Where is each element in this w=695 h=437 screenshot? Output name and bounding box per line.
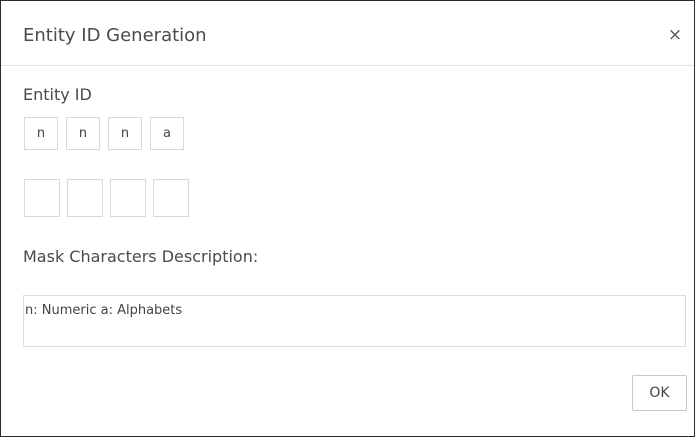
mask-description-label: Mask Characters Description:	[23, 247, 259, 266]
dialog-title: Entity ID Generation	[23, 25, 207, 46]
mask-description-box: n: Numeric a: Alphabets	[23, 295, 686, 347]
dialog-header: Entity ID Generation ×	[1, 1, 694, 66]
entity-id-label: Entity ID	[23, 85, 92, 104]
mask-cell-1: n	[24, 117, 58, 150]
entity-id-generation-dialog: Entity ID Generation × Entity ID n n n a…	[0, 0, 695, 437]
entity-id-input-row	[24, 179, 196, 219]
entity-id-input-3[interactable]	[110, 179, 146, 217]
entity-id-input-2[interactable]	[67, 179, 103, 217]
ok-button[interactable]: OK	[632, 375, 687, 411]
mask-cell-4: a	[150, 117, 184, 150]
entity-id-mask-row: n n n a	[24, 117, 192, 153]
entity-id-input-1[interactable]	[24, 179, 60, 217]
close-icon[interactable]: ×	[665, 25, 685, 45]
entity-id-input-4[interactable]	[153, 179, 189, 217]
mask-cell-3: n	[108, 117, 142, 150]
mask-cell-2: n	[66, 117, 100, 150]
